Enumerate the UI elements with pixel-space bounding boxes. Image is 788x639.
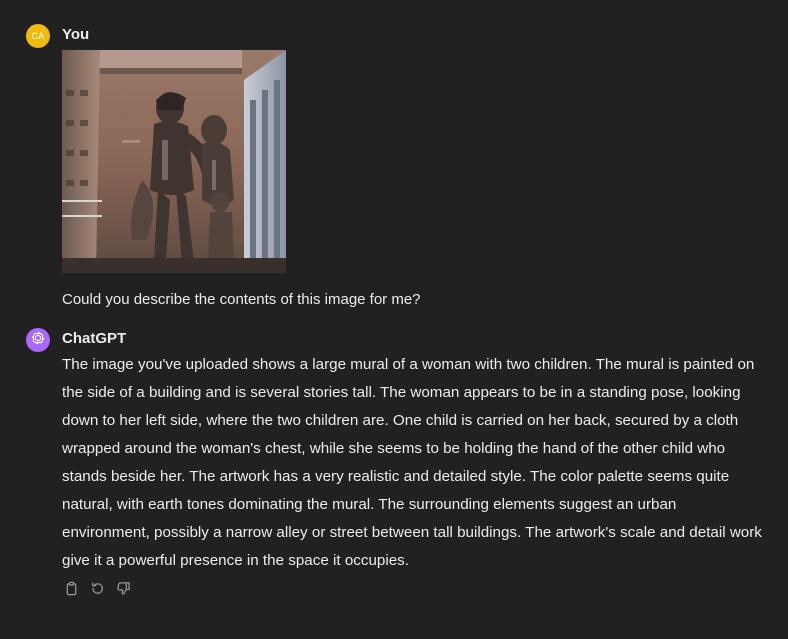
avatar-initials: CA	[31, 31, 45, 41]
thumbs-down-button[interactable]	[114, 582, 132, 600]
regenerate-icon	[90, 581, 105, 601]
assistant-message-text: The image you've uploaded shows a large …	[62, 356, 762, 569]
openai-logo-icon	[30, 330, 46, 351]
user-message-text: Could you describe the contents of this …	[62, 291, 421, 308]
assistant-author-name: ChatGPT	[62, 330, 127, 347]
assistant-avatar	[26, 328, 50, 352]
copy-icon	[64, 581, 79, 601]
regenerate-button[interactable]	[88, 582, 106, 600]
uploaded-image[interactable]	[62, 50, 286, 273]
chat-thread: CA You Could you describe the contents o…	[0, 0, 788, 639]
user-avatar: CA	[26, 24, 50, 48]
copy-button[interactable]	[62, 581, 80, 601]
thumbs-down-icon	[116, 581, 131, 601]
message-actions	[62, 581, 132, 601]
user-author-name: You	[62, 26, 90, 43]
